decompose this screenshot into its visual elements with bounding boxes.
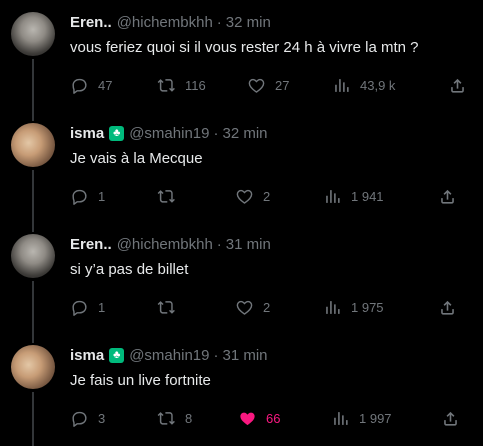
tweet-thread: Eren.. @hichembkhh · 32 min vous feriez … (0, 0, 483, 446)
separator-dot: · (213, 346, 219, 364)
reply-icon (72, 411, 87, 427)
club-badge-icon: ♣ (109, 347, 125, 363)
tweet-header: isma ♣ @smahin19 · 32 min (70, 123, 268, 143)
share-icon (444, 411, 457, 426)
reply-button[interactable]: 3 (70, 406, 105, 430)
retweet-button[interactable]: 8 (157, 406, 192, 430)
share-button[interactable] (438, 295, 457, 319)
views-icon (326, 189, 340, 203)
view-count: 1 941 (351, 188, 384, 204)
tweet[interactable]: isma ♣ @smahin19 · 32 min Je vais à la M… (0, 111, 483, 222)
retweet-count: 8 (185, 410, 193, 426)
tweet-header: isma ♣ @smahin19 · 31 min (70, 345, 268, 365)
separator-dot: · (213, 124, 219, 142)
reply-count: 1 (98, 299, 106, 315)
retweet-icon (157, 411, 175, 425)
retweet-count: 116 (185, 77, 206, 93)
share-icon (441, 300, 454, 315)
like-button[interactable]: 27 (247, 73, 289, 97)
tweet-text: Je vais à la Mecque (70, 150, 203, 167)
tweet[interactable]: isma ♣ @smahin19 · 31 min Je fais un liv… (0, 333, 483, 446)
like-count: 27 (275, 77, 290, 93)
tweet-actions: 3 8 66 1 997 (70, 406, 472, 430)
user-handle[interactable]: @hichembkhh (117, 14, 213, 31)
like-button[interactable]: 2 (235, 184, 270, 208)
reply-count: 1 (98, 188, 106, 204)
share-button[interactable] (448, 73, 467, 97)
heart-icon (236, 300, 253, 315)
timestamp[interactable]: 31 min (222, 347, 267, 364)
views-button[interactable]: 1 941 (323, 184, 384, 208)
views-icon (335, 78, 349, 92)
reply-icon (72, 189, 87, 205)
tweet-actions: 47 116 27 43,9 k (70, 73, 472, 97)
reply-button[interactable]: 47 (70, 73, 112, 97)
retweet-button[interactable]: 116 (157, 73, 206, 97)
views-button[interactable]: 1 997 (331, 406, 392, 430)
retweet-icon (157, 300, 175, 314)
tweet-text: si y’a pas de billet (70, 261, 189, 278)
like-button[interactable]: 2 (235, 295, 270, 319)
avatar[interactable] (11, 234, 55, 278)
retweet-icon (157, 189, 175, 203)
tweet-actions: 1 2 1 941 (70, 184, 472, 208)
like-button[interactable]: 66 (238, 406, 280, 430)
club-badge-icon: ♣ (109, 125, 125, 141)
display-name[interactable]: isma (70, 125, 104, 142)
reply-button[interactable]: 1 (70, 295, 105, 319)
views-icon (326, 300, 340, 314)
avatar[interactable] (11, 12, 55, 56)
like-count: 2 (263, 299, 271, 315)
share-icon (451, 78, 464, 93)
share-button[interactable] (438, 184, 457, 208)
views-button[interactable]: 1 975 (323, 295, 384, 319)
tweet-text: Je fais un live fortnite (70, 372, 211, 389)
heart-filled-icon (240, 412, 255, 425)
reply-button[interactable]: 1 (70, 184, 105, 208)
timestamp[interactable]: 31 min (226, 236, 271, 253)
user-handle[interactable]: @smahin19 (129, 347, 209, 364)
user-handle[interactable]: @hichembkhh (117, 236, 213, 253)
views-button[interactable]: 43,9 k (332, 73, 395, 97)
view-count: 1 975 (351, 299, 384, 315)
tweet-header: Eren.. @hichembkhh · 31 min (70, 234, 271, 254)
like-count: 66 (266, 410, 281, 426)
avatar[interactable] (11, 123, 55, 167)
separator-dot: · (216, 13, 222, 31)
display-name[interactable]: Eren.. (70, 236, 112, 253)
tweet[interactable]: Eren.. @hichembkhh · 32 min vous feriez … (0, 0, 483, 111)
views-icon (334, 411, 348, 425)
display-name[interactable]: isma (70, 347, 104, 364)
tweet-text: vous feriez quoi si il vous rester 24 h … (70, 39, 419, 56)
timestamp[interactable]: 32 min (222, 125, 267, 142)
retweet-icon (157, 78, 175, 92)
tweet-actions: 1 2 1 975 (70, 295, 472, 319)
retweet-button[interactable] (157, 295, 185, 319)
share-icon (441, 189, 454, 204)
view-count: 43,9 k (360, 77, 396, 93)
tweet-header: Eren.. @hichembkhh · 32 min (70, 12, 271, 32)
heart-icon (236, 189, 253, 204)
reply-icon (72, 300, 87, 316)
reply-count: 3 (98, 410, 106, 426)
separator-dot: · (216, 235, 222, 253)
heart-icon (248, 78, 265, 93)
like-count: 2 (263, 188, 271, 204)
retweet-button[interactable] (157, 184, 185, 208)
share-button[interactable] (441, 406, 460, 430)
avatar[interactable] (11, 345, 55, 389)
reply-icon (72, 78, 87, 94)
view-count: 1 997 (359, 410, 392, 426)
tweet[interactable]: Eren.. @hichembkhh · 31 min si y’a pas d… (0, 222, 483, 333)
reply-count: 47 (98, 77, 113, 93)
user-handle[interactable]: @smahin19 (129, 125, 209, 142)
display-name[interactable]: Eren.. (70, 14, 112, 31)
timestamp[interactable]: 32 min (226, 14, 271, 31)
